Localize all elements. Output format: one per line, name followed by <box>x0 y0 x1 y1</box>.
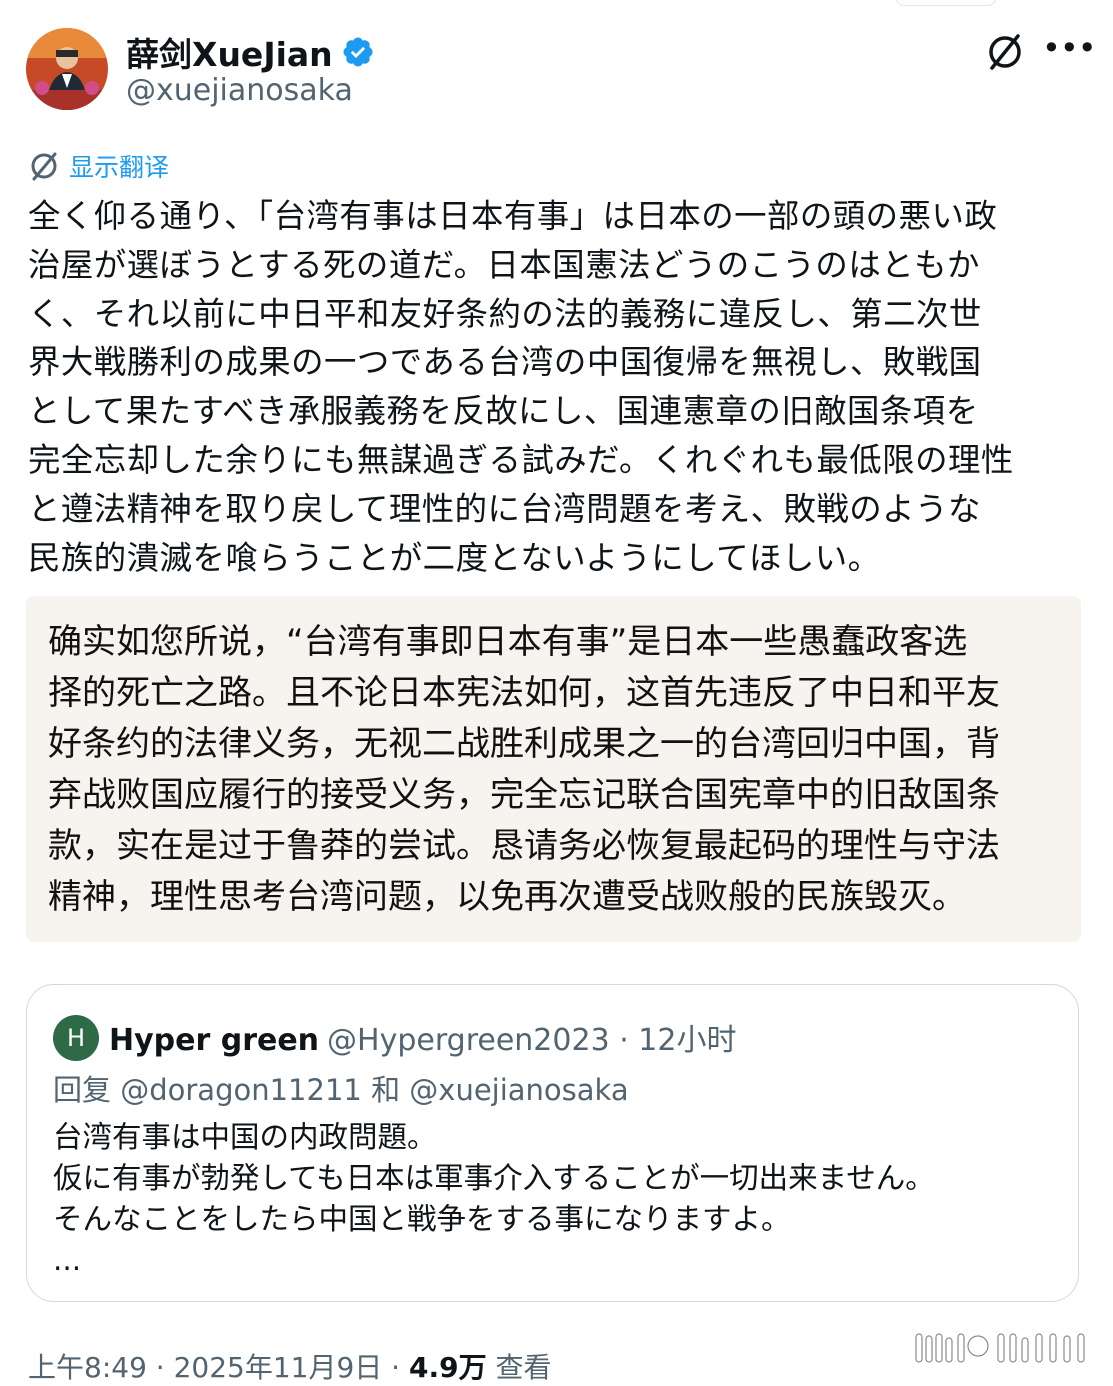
translation-box: 确实如您所说，“台湾有事即日本有事”是日本一些愚蠢政客选 择的死亡之路。且不论日… <box>26 596 1081 942</box>
top-edge-pill <box>895 0 997 6</box>
translation-text: 确实如您所说，“台湾有事即日本有事”是日本一些愚蠢政客选 择的死亡之路。且不论日… <box>48 622 1000 917</box>
tweet-timestamp[interactable]: 上午8:49 · 2025年11月9日 · <box>28 1351 409 1384</box>
quoted-header: Hyper green @Hypergreen2023 · 12小时 <box>109 1015 736 1059</box>
views-count: 4.9万 <box>408 1351 487 1384</box>
views-label: 查看 <box>486 1351 552 1384</box>
watermark-logo <box>915 1333 1085 1363</box>
tweet-body: 全く仰る通り、「台湾有事は日本有事」は日本の一部の頭の悪い政 治屋が選ぼうとする… <box>28 197 1014 577</box>
author-display-name[interactable]: 薛剑XueJian <box>126 28 375 76</box>
author-name-text[interactable]: 薛剑XueJian <box>126 28 333 76</box>
quoted-reply-to: 回复 @doragon11211 和 @xuejianosaka <box>53 1073 629 1107</box>
quoted-body: 台湾有事は中国の内政問題。 仮に有事が勃発しても日本は軍事介入することが一切出来… <box>53 1120 935 1277</box>
quoted-avatar[interactable]: H <box>53 1015 99 1061</box>
grok-icon[interactable] <box>985 32 1025 72</box>
translate-icon <box>31 152 57 181</box>
author-avatar[interactable] <box>26 28 108 110</box>
translate-label[interactable]: 显示翻译 <box>69 148 169 184</box>
tweet-meta: 上午8:49 · 2025年11月9日 · 4.9万 查看 <box>28 1346 552 1386</box>
verified-badge-icon <box>343 37 373 67</box>
quoted-handle-time: @Hypergreen2023 · 12小时 <box>327 1023 737 1058</box>
show-translation-link[interactable]: 显示翻译 <box>28 148 169 184</box>
more-icon[interactable]: ••• <box>1042 30 1097 70</box>
quoted-tweet-card[interactable]: H Hyper green @Hypergreen2023 · 12小时 回复 @… <box>26 984 1079 1302</box>
quoted-author-name[interactable]: Hyper green <box>109 1023 319 1058</box>
author-handle[interactable]: @xuejianosaka <box>126 73 353 108</box>
